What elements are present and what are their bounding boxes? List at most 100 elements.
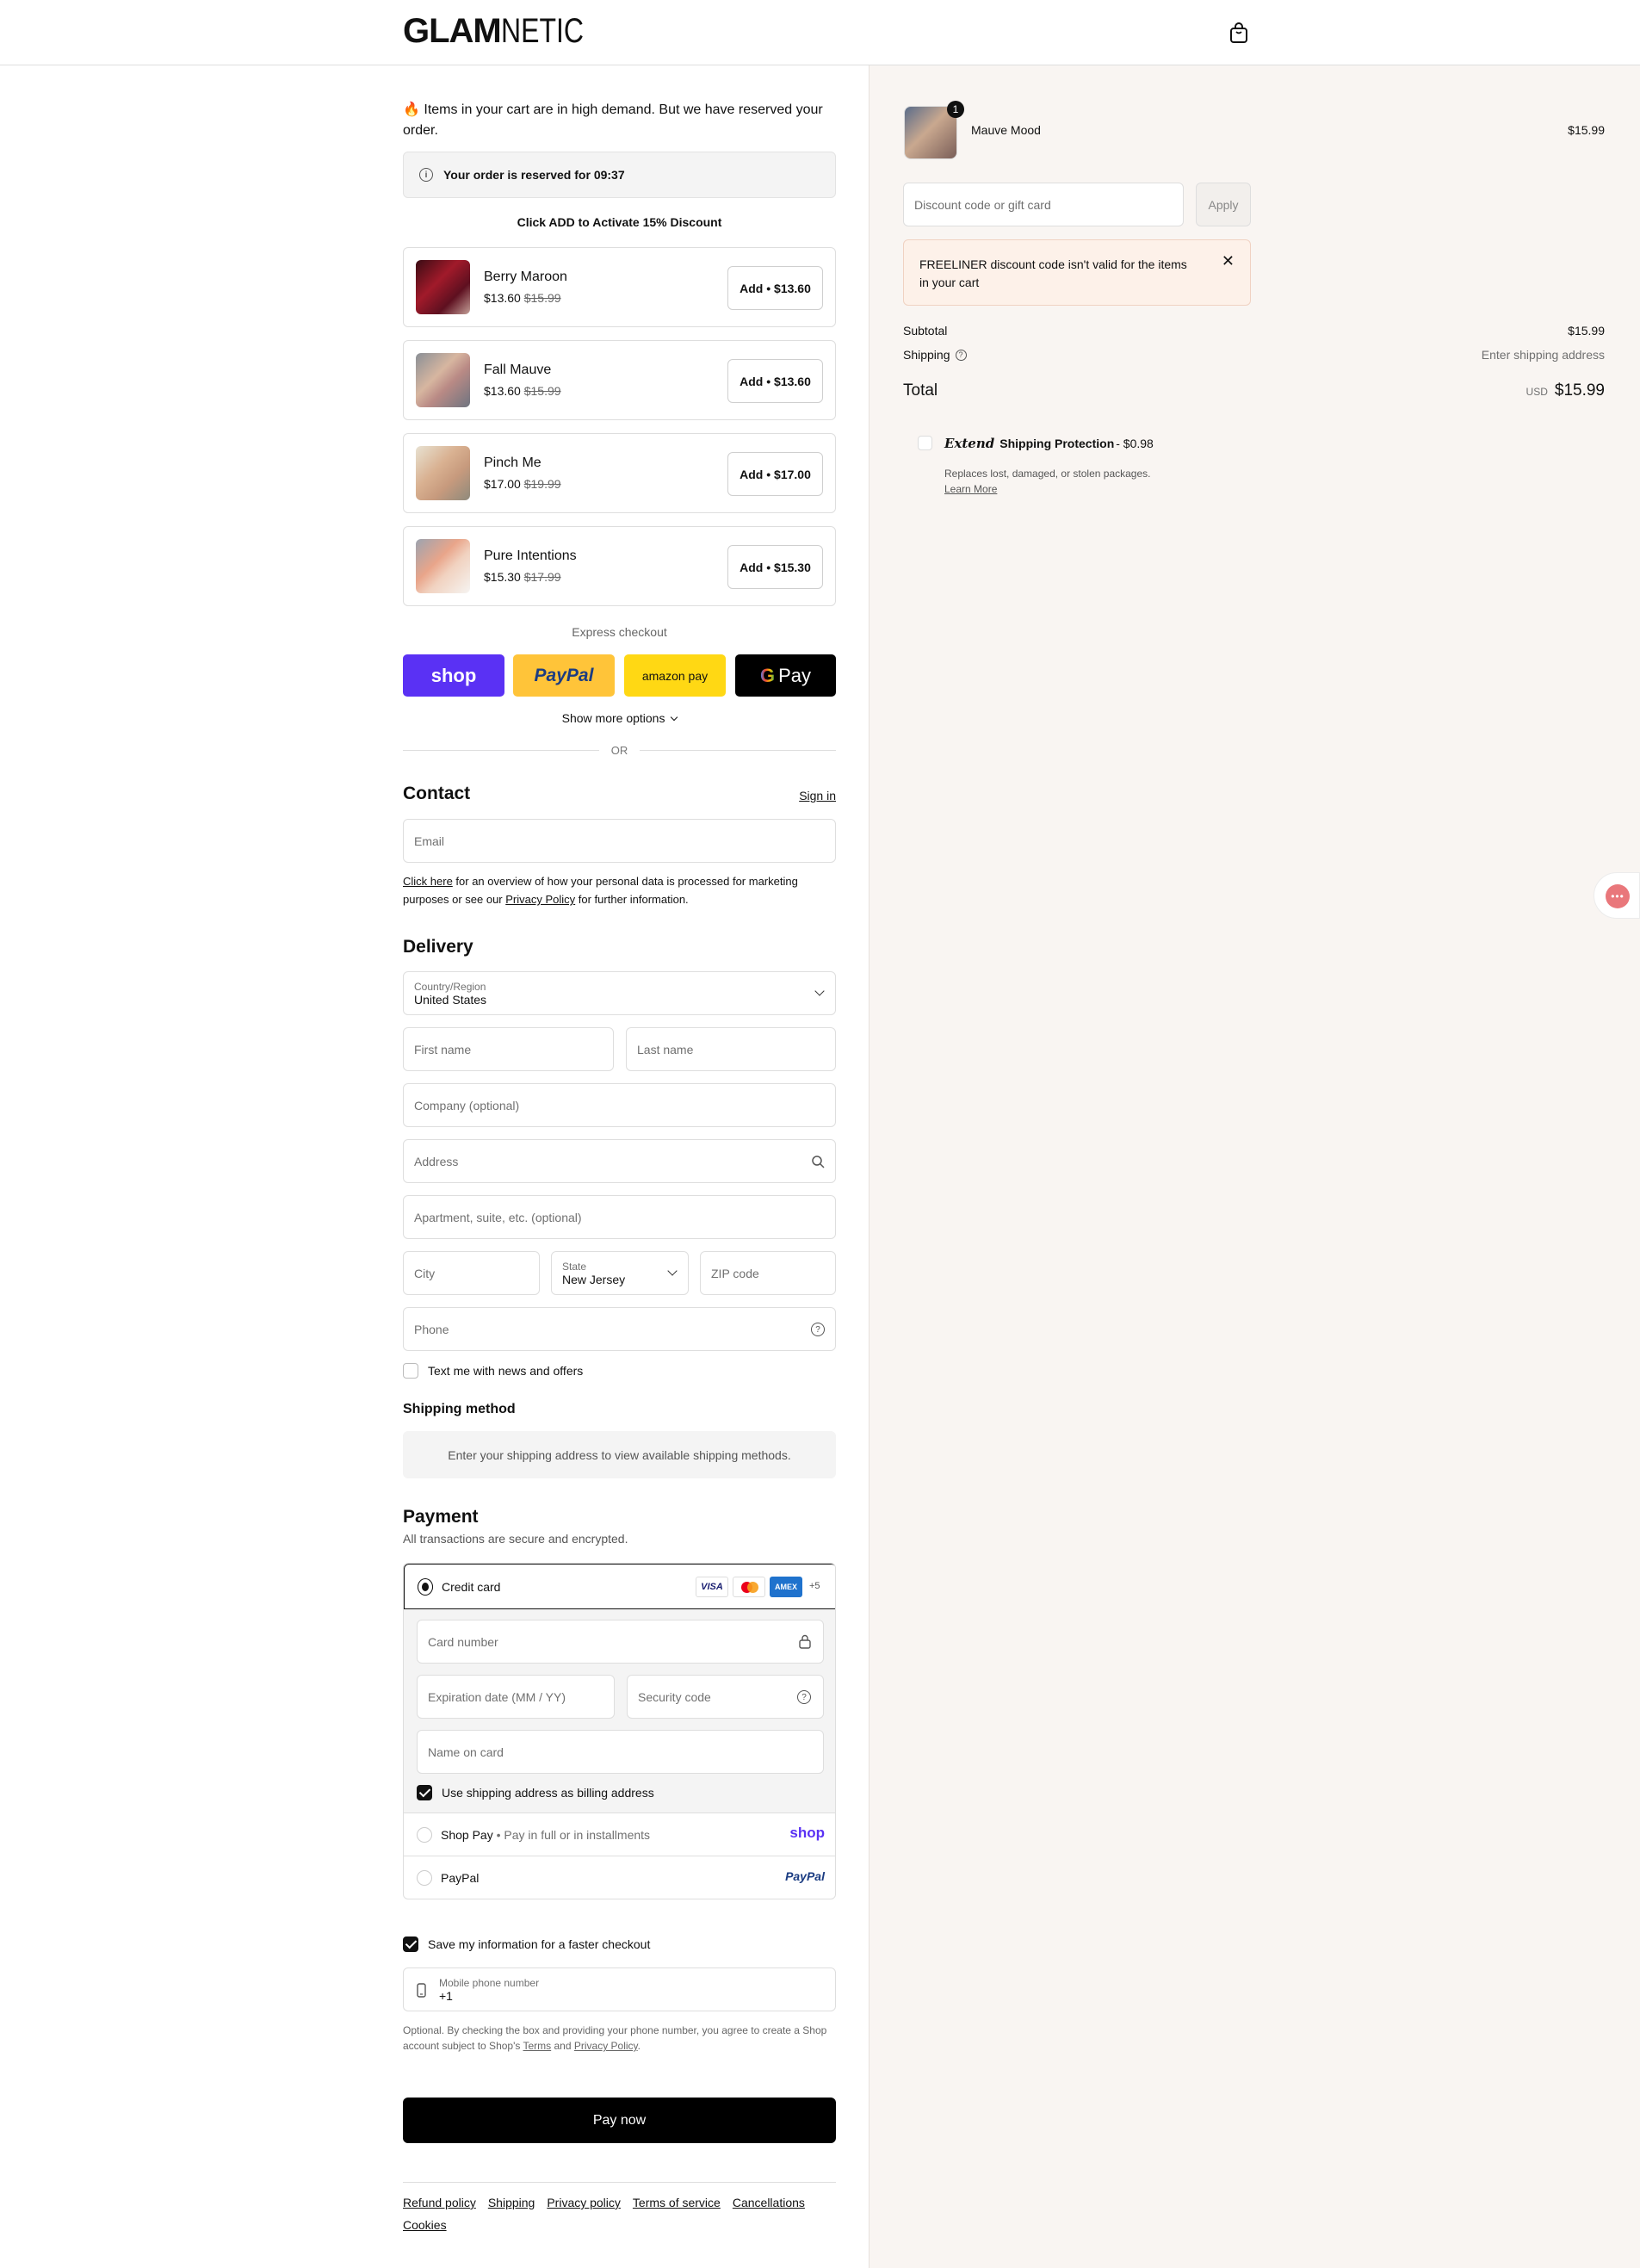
credit-card-label: Credit card (442, 1580, 501, 1594)
cookies-link[interactable]: Cookies (403, 2218, 447, 2232)
add-upsell-button[interactable]: Add • $15.30 (727, 545, 823, 589)
upsell-card: Berry Maroon $13.60 $15.99 Add • $13.60 (403, 247, 836, 327)
upsell-card: Pinch Me $17.00 $19.99 Add • $17.00 (403, 433, 836, 513)
card-number-field[interactable]: Card number (417, 1620, 824, 1664)
email-field[interactable]: Email (403, 819, 836, 863)
shipping-label: Shipping (903, 348, 950, 362)
security-code-field[interactable]: Security code ? (627, 1675, 824, 1719)
reserve-text: Your order is reserved for (443, 168, 591, 182)
phone-field[interactable]: Phone ? (403, 1307, 836, 1351)
add-upsell-button[interactable]: Add • $17.00 (727, 452, 823, 496)
subtotal-value: $15.99 (1568, 324, 1605, 338)
terms-of-service-link[interactable]: Terms of service (633, 2196, 721, 2209)
company-field[interactable]: Company (optional) (403, 1083, 836, 1127)
help-icon[interactable]: ? (811, 1323, 825, 1336)
chat-widget[interactable]: ••• (1594, 872, 1640, 919)
country-select[interactable]: Country/Region United States (403, 971, 836, 1015)
terms-link[interactable]: Terms (523, 2040, 552, 2052)
expiry-field[interactable]: Expiration date (MM / YY) (417, 1675, 615, 1719)
google-pay-button[interactable]: G Pay (735, 654, 836, 697)
add-upsell-button[interactable]: Add • $13.60 (727, 359, 823, 403)
apply-discount-button[interactable]: Apply (1196, 183, 1251, 226)
billing-same-checkbox[interactable] (417, 1785, 432, 1800)
privacy-policy-link[interactable]: Privacy Policy (505, 893, 575, 906)
sale-price: $15.30 (484, 570, 521, 584)
add-upsell-button[interactable]: Add • $13.60 (727, 266, 823, 310)
shop-pay-option[interactable]: Shop Pay • Pay in full or in installment… (404, 1813, 835, 1856)
address-field[interactable]: Address (403, 1139, 836, 1183)
apartment-field[interactable]: Apartment, suite, etc. (optional) (403, 1195, 836, 1239)
cart-bag-icon[interactable] (1229, 22, 1248, 44)
paypal-option[interactable]: PayPal PayPal (404, 1856, 835, 1899)
paypal-radio[interactable] (417, 1870, 432, 1886)
state-select[interactable]: State New Jersey (551, 1251, 689, 1295)
close-icon[interactable]: ✕ (1222, 252, 1235, 270)
shop-pay-logo: shop (789, 1825, 825, 1841)
upsell-price: $13.60 $15.99 (484, 291, 561, 305)
upsell-name: Fall Mauve (484, 363, 552, 377)
mobile-value: +1 (439, 1988, 453, 2003)
show-more-options-button[interactable]: Show more options (403, 711, 836, 725)
paypal-button[interactable]: PayPal (513, 654, 615, 697)
order-summary-panel: 1 Mauve Mood $15.99 Discount code or gif… (869, 65, 1640, 2268)
amazon-pay-button[interactable]: amazon pay (624, 654, 726, 697)
upsell-name: Berry Maroon (484, 270, 567, 284)
reservation-timer: i Your order is reserved for 09:37 (403, 152, 836, 198)
upsell-price: $13.60 $15.99 (484, 384, 561, 398)
footer-links: Refund policy Shipping Privacy policy Terms… (403, 2196, 817, 2211)
upsell-name: Pure Intentions (484, 548, 577, 563)
help-icon[interactable]: ? (955, 349, 967, 361)
last-name-field[interactable]: Last name (626, 1027, 836, 1071)
text-offers-checkbox[interactable] (403, 1363, 418, 1379)
shop-pay-radio[interactable] (417, 1827, 432, 1843)
billing-same-label: Use shipping address as billing address (442, 1786, 654, 1800)
text-offers-option[interactable]: Text me with news and offers (403, 1363, 583, 1379)
cancellations-link[interactable]: Cancellations (733, 2196, 805, 2209)
card-number-placeholder: Card number (428, 1634, 498, 1649)
mastercard-icon (733, 1577, 765, 1597)
google-g-icon: G (759, 664, 776, 686)
mobile-phone-field[interactable]: Mobile phone number +1 (403, 1967, 836, 2011)
card-details-form: Card number Expiration date (MM / YY) Se… (404, 1609, 835, 1813)
store-logo[interactable]: GLAMNETIC (403, 12, 604, 51)
lock-icon (799, 1634, 811, 1649)
help-icon[interactable]: ? (797, 1690, 811, 1704)
upsell-name: Pinch Me (484, 455, 542, 470)
credit-card-radio[interactable] (418, 1579, 433, 1595)
search-icon (812, 1156, 825, 1168)
visa-icon: VISA (696, 1577, 728, 1597)
click-here-link[interactable]: Click here (403, 875, 453, 888)
upsell-title: Click ADD to Activate 15% Discount (517, 215, 722, 229)
pay-now-button[interactable]: Pay now (403, 2098, 836, 2143)
save-info-checkbox[interactable] (403, 1936, 418, 1952)
payment-methods: Credit card VISA AMEX +5 Card number Exp… (403, 1563, 836, 1899)
shop-pay-button[interactable]: shop (403, 654, 504, 697)
name-on-card-field[interactable]: Name on card (417, 1730, 824, 1774)
city-field[interactable]: City (403, 1251, 540, 1295)
payment-heading: Payment (403, 1507, 479, 1527)
summary-item-price: $15.99 (1568, 123, 1605, 137)
upsell-price: $17.00 $19.99 (484, 477, 561, 491)
credit-card-option[interactable]: Credit card VISA AMEX +5 (404, 1564, 835, 1609)
sign-in-link[interactable]: Sign in (799, 789, 836, 802)
compare-price: $19.99 (523, 477, 561, 491)
first-name-field[interactable]: First name (403, 1027, 614, 1071)
extend-checkbox[interactable] (918, 436, 932, 455)
shop-privacy-link[interactable]: Privacy Policy (574, 2040, 638, 2052)
save-info-option[interactable]: Save my information for a faster checkou… (403, 1936, 650, 1952)
shipping-policy-link[interactable]: Shipping (488, 2196, 535, 2209)
product-thumbnail (416, 539, 470, 593)
privacy-policy-footer-link[interactable]: Privacy policy (547, 2196, 621, 2209)
total-label: Total (903, 381, 938, 400)
currency-code: USD (1526, 386, 1548, 398)
state-label: State (562, 1260, 587, 1273)
extend-logo: Extend (944, 436, 995, 451)
compare-price: $15.99 (523, 384, 561, 398)
billing-same-option[interactable]: Use shipping address as billing address (417, 1785, 654, 1800)
discount-error-banner: FREELINER discount code isn't valid for … (903, 239, 1251, 306)
extend-learn-more-link[interactable]: Learn More (944, 483, 997, 495)
discount-code-input[interactable]: Discount code or gift card (903, 183, 1184, 226)
security-placeholder: Security code (638, 1689, 711, 1704)
zip-field[interactable]: ZIP code (700, 1251, 836, 1295)
refund-policy-link[interactable]: Refund policy (403, 2196, 476, 2209)
